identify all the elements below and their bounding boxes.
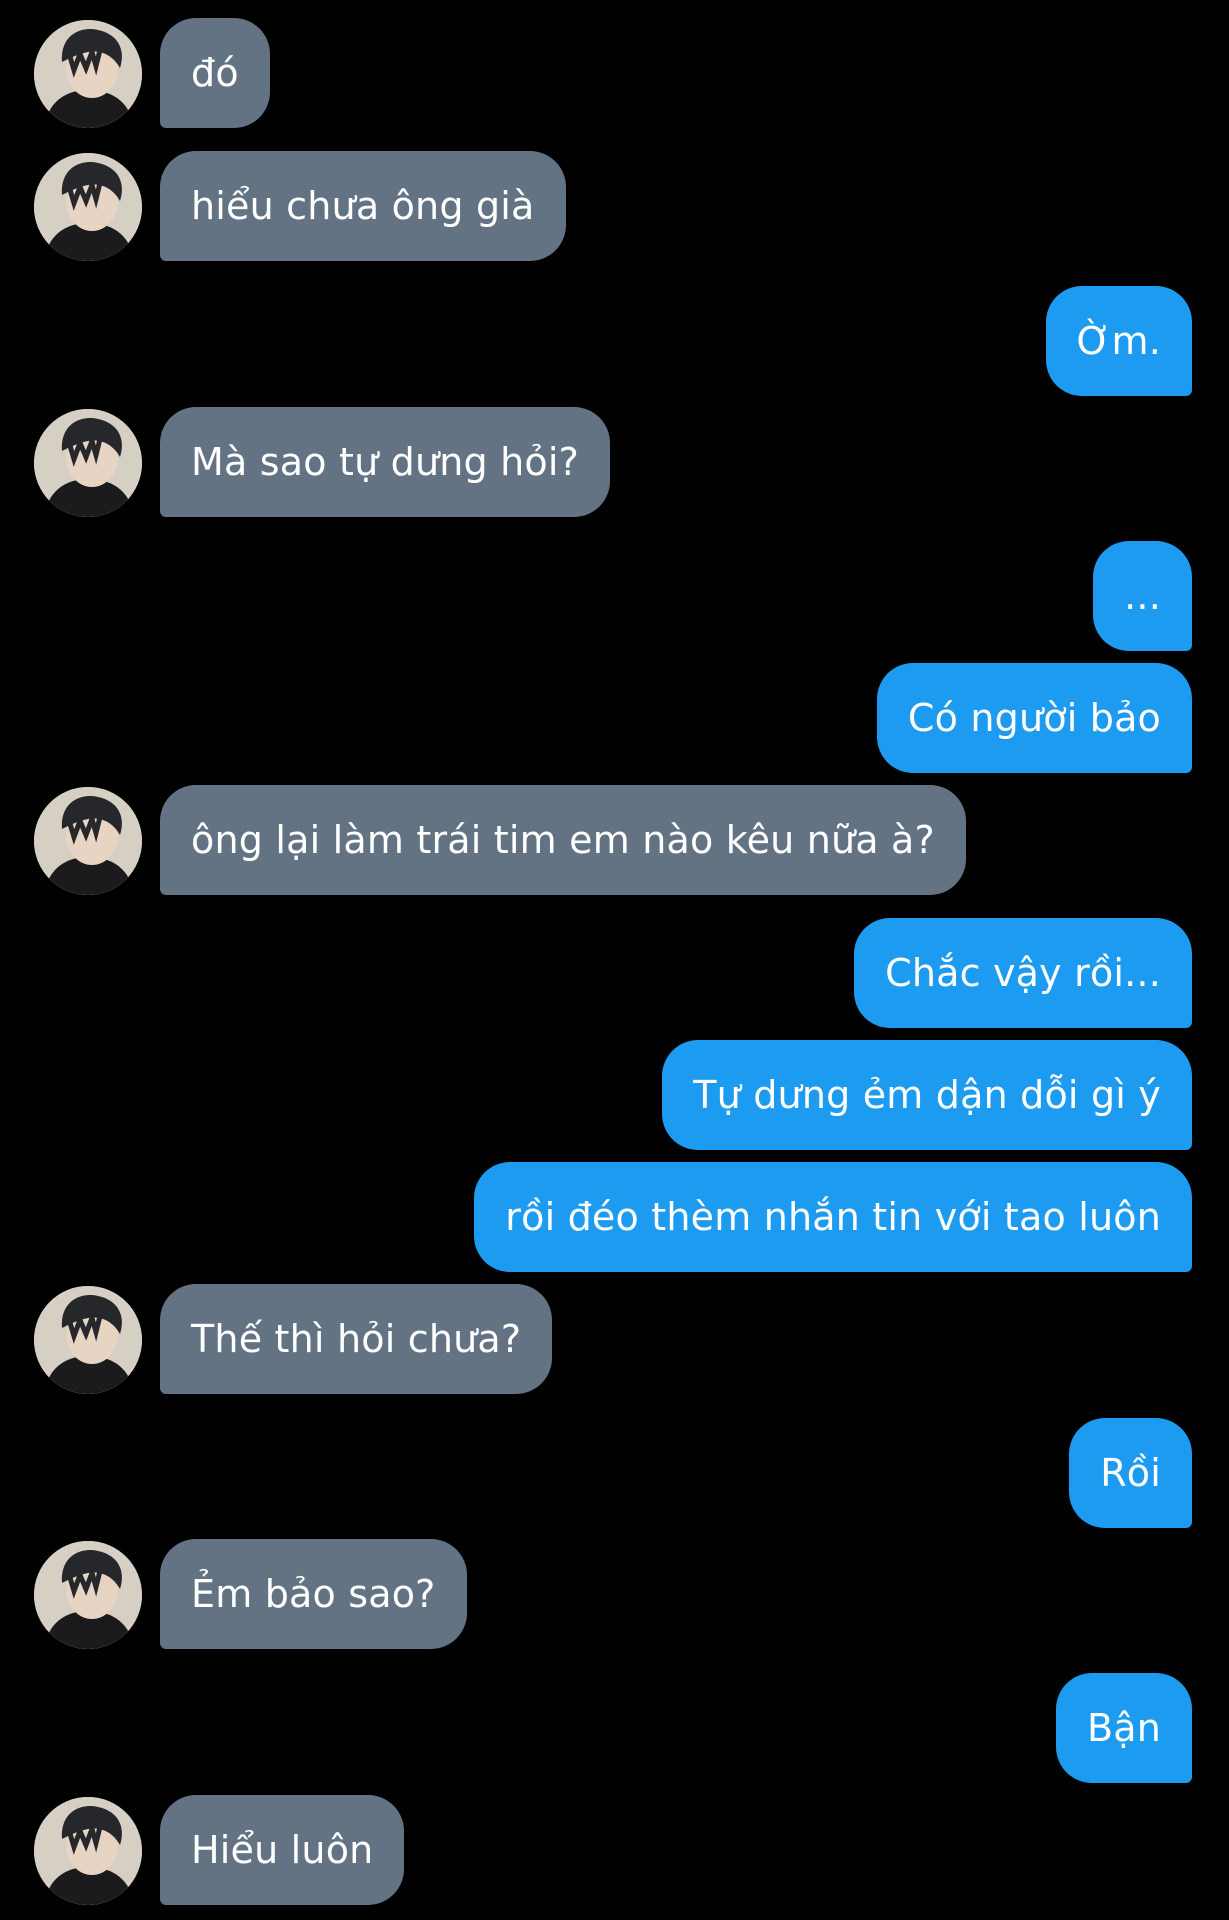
incoming-message-bubble[interactable]: Mà sao tự dưng hỏi?	[160, 407, 610, 517]
message-row-incoming: ông lại làm trái tim em nào kêu nữa à?	[0, 785, 1229, 895]
message-row-incoming: đó	[0, 18, 1229, 128]
avatar-icon	[34, 1541, 142, 1649]
avatar[interactable]	[34, 20, 142, 128]
message-row-outgoing: Ờm.	[0, 286, 1229, 396]
message-row-outgoing: Tự dưng ẻm dận dỗi gì ý	[0, 1040, 1229, 1150]
avatar[interactable]	[34, 153, 142, 261]
incoming-message-bubble[interactable]: Thế thì hỏi chưa?	[160, 1284, 553, 1394]
message-row-outgoing: ...	[0, 541, 1229, 651]
avatar-icon	[34, 20, 142, 128]
avatar[interactable]	[34, 787, 142, 895]
chat-thread: đó hiểu chưa ông già Ờm. Mà sao tự dưng …	[0, 0, 1229, 1920]
incoming-message-bubble[interactable]: Hiểu luôn	[160, 1795, 405, 1905]
avatar[interactable]	[34, 1541, 142, 1649]
outgoing-message-bubble[interactable]: rồi đéo thèm nhắn tin với tao luôn	[474, 1162, 1192, 1272]
incoming-message-bubble[interactable]: Ẻm bảo sao?	[160, 1539, 467, 1649]
outgoing-message-bubble[interactable]: Bận	[1055, 1673, 1192, 1783]
message-row-outgoing: Bận	[0, 1673, 1229, 1783]
message-row-outgoing: Có người bảo	[0, 663, 1229, 773]
incoming-message-bubble[interactable]: hiểu chưa ông già	[160, 151, 566, 261]
message-row-incoming: Mà sao tự dưng hỏi?	[0, 407, 1229, 517]
outgoing-message-bubble[interactable]: Có người bảo	[876, 663, 1192, 773]
outgoing-message-bubble[interactable]: Chắc vậy rồi...	[854, 918, 1192, 1028]
message-row-outgoing: Rồi	[0, 1418, 1229, 1528]
incoming-message-bubble[interactable]: đó	[160, 18, 270, 128]
avatar-icon	[34, 153, 142, 261]
outgoing-message-bubble[interactable]: Ờm.	[1045, 286, 1192, 396]
outgoing-message-bubble[interactable]: Rồi	[1069, 1418, 1192, 1528]
avatar[interactable]	[34, 1797, 142, 1905]
avatar[interactable]	[34, 409, 142, 517]
avatar-icon	[34, 1797, 142, 1905]
incoming-message-bubble[interactable]: ông lại làm trái tim em nào kêu nữa à?	[160, 785, 966, 895]
message-row-incoming: Hiểu luôn	[0, 1795, 1229, 1905]
message-row-incoming: Ẻm bảo sao?	[0, 1539, 1229, 1649]
message-row-incoming: Thế thì hỏi chưa?	[0, 1284, 1229, 1394]
outgoing-message-bubble[interactable]: Tự dưng ẻm dận dỗi gì ý	[662, 1040, 1192, 1150]
message-row-outgoing: rồi đéo thèm nhắn tin với tao luôn	[0, 1162, 1229, 1272]
avatar-icon	[34, 1286, 142, 1394]
avatar[interactable]	[34, 1286, 142, 1394]
outgoing-message-bubble[interactable]: ...	[1093, 541, 1192, 651]
avatar-icon	[34, 787, 142, 895]
message-row-incoming: hiểu chưa ông già	[0, 151, 1229, 261]
avatar-icon	[34, 409, 142, 517]
message-row-outgoing: Chắc vậy rồi...	[0, 918, 1229, 1028]
